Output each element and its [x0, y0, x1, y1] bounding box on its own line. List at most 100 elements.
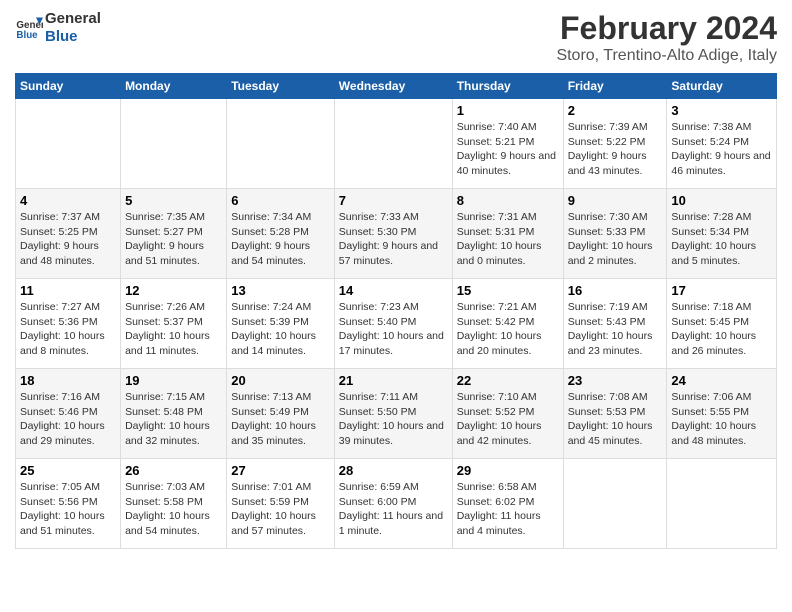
calendar-cell: 27 Sunrise: 7:01 AMSunset: 5:59 PMDayligh…: [227, 459, 335, 549]
page-subtitle: Storo, Trentino-Alto Adige, Italy: [556, 47, 777, 65]
weekday-header-row: SundayMondayTuesdayWednesdayThursdayFrid…: [16, 74, 777, 99]
day-number: 14: [339, 283, 448, 298]
day-number: 23: [568, 373, 663, 388]
day-info: Sunrise: 6:59 AMSunset: 6:00 PMDaylight:…: [339, 480, 448, 539]
logo-line2: Blue: [45, 28, 101, 46]
calendar-cell: 15Sunrise: 7:21 AMSunset: 5:42 PMDayligh…: [452, 279, 563, 369]
logo-line1: General: [45, 10, 101, 28]
day-info: Sunrise: 7:13 AMSunset: 5:49 PMDaylight:…: [231, 390, 330, 449]
day-number: 29: [457, 463, 559, 478]
day-info: Sunrise: 7:37 AMSunset: 5:25 PMDaylight:…: [20, 210, 116, 269]
day-number: 20: [231, 373, 330, 388]
calendar-table: SundayMondayTuesdayWednesdayThursdayFrid…: [15, 73, 777, 549]
weekday-header-sunday: Sunday: [16, 74, 121, 99]
day-number: 19: [125, 373, 222, 388]
day-info: Sunrise: 7:06 AMSunset: 5:55 PMDaylight:…: [671, 390, 772, 449]
calendar-cell: 7 Sunrise: 7:33 AMSunset: 5:30 PMDaylight…: [334, 189, 452, 279]
calendar-cell: 9Sunrise: 7:30 AMSunset: 5:33 PMDaylight…: [563, 189, 667, 279]
day-number: 16: [568, 283, 663, 298]
calendar-cell: [334, 99, 452, 189]
calendar-cell: 12 Sunrise: 7:26 AMSunset: 5:37 PMDayligh…: [121, 279, 227, 369]
day-number: 22: [457, 373, 559, 388]
day-number: 28: [339, 463, 448, 478]
day-number: 10: [671, 193, 772, 208]
day-info: Sunrise: 7:40 AMSunset: 5:21 PMDaylight:…: [457, 120, 559, 179]
calendar-cell: 13Sunrise: 7:24 AMSunset: 5:39 PMDayligh…: [227, 279, 335, 369]
day-info: Sunrise: 7:19 AMSunset: 5:43 PMDaylight:…: [568, 300, 663, 359]
calendar-cell: 23 Sunrise: 7:08 AMSunset: 5:53 PMDayligh…: [563, 369, 667, 459]
calendar-cell: 24Sunrise: 7:06 AMSunset: 5:55 PMDayligh…: [667, 369, 777, 459]
calendar-week-row: 25 Sunrise: 7:05 AMSunset: 5:56 PMDayligh…: [16, 459, 777, 549]
weekday-header-monday: Monday: [121, 74, 227, 99]
day-number: 17: [671, 283, 772, 298]
day-info: Sunrise: 7:01 AMSunset: 5:59 PMDaylight:…: [231, 480, 330, 539]
day-info: Sunrise: 7:03 AMSunset: 5:58 PMDaylight:…: [125, 480, 222, 539]
day-info: Sunrise: 7:38 AMSunset: 5:24 PMDaylight:…: [671, 120, 772, 179]
day-number: 6: [231, 193, 330, 208]
calendar-cell: 1Sunrise: 7:40 AMSunset: 5:21 PMDaylight…: [452, 99, 563, 189]
day-info: Sunrise: 7:39 AMSunset: 5:22 PMDaylight:…: [568, 120, 663, 179]
day-info: Sunrise: 7:16 AMSunset: 5:46 PMDaylight:…: [20, 390, 116, 449]
day-info: Sunrise: 7:31 AMSunset: 5:31 PMDaylight:…: [457, 210, 559, 269]
day-info: Sunrise: 7:33 AMSunset: 5:30 PMDaylight:…: [339, 210, 448, 269]
calendar-week-row: 4 Sunrise: 7:37 AMSunset: 5:25 PMDaylight…: [16, 189, 777, 279]
calendar-cell: [121, 99, 227, 189]
day-number: 8: [457, 193, 559, 208]
calendar-cell: 10 Sunrise: 7:28 AMSunset: 5:34 PMDayligh…: [667, 189, 777, 279]
calendar-cell: [667, 459, 777, 549]
weekday-header-friday: Friday: [563, 74, 667, 99]
day-number: 12: [125, 283, 222, 298]
day-info: Sunrise: 7:23 AMSunset: 5:40 PMDaylight:…: [339, 300, 448, 359]
day-info: Sunrise: 6:58 AMSunset: 6:02 PMDaylight:…: [457, 480, 559, 539]
calendar-cell: 16 Sunrise: 7:19 AMSunset: 5:43 PMDayligh…: [563, 279, 667, 369]
day-number: 11: [20, 283, 116, 298]
calendar-cell: 3 Sunrise: 7:38 AMSunset: 5:24 PMDaylight…: [667, 99, 777, 189]
calendar-cell: 25 Sunrise: 7:05 AMSunset: 5:56 PMDayligh…: [16, 459, 121, 549]
day-info: Sunrise: 7:05 AMSunset: 5:56 PMDaylight:…: [20, 480, 116, 539]
logo-icon: General Blue: [15, 14, 43, 42]
day-info: Sunrise: 7:10 AMSunset: 5:52 PMDaylight:…: [457, 390, 559, 449]
day-number: 3: [671, 103, 772, 118]
calendar-cell: [563, 459, 667, 549]
day-info: Sunrise: 7:34 AMSunset: 5:28 PMDaylight:…: [231, 210, 330, 269]
day-info: Sunrise: 7:26 AMSunset: 5:37 PMDaylight:…: [125, 300, 222, 359]
weekday-header-wednesday: Wednesday: [334, 74, 452, 99]
calendar-cell: 28 Sunrise: 6:59 AMSunset: 6:00 PMDayligh…: [334, 459, 452, 549]
day-number: 13: [231, 283, 330, 298]
day-number: 2: [568, 103, 663, 118]
logo: General Blue General Blue: [15, 10, 101, 46]
calendar-cell: 2 Sunrise: 7:39 AMSunset: 5:22 PMDaylight…: [563, 99, 667, 189]
day-info: Sunrise: 7:11 AMSunset: 5:50 PMDaylight:…: [339, 390, 448, 449]
calendar-cell: 21 Sunrise: 7:11 AMSunset: 5:50 PMDayligh…: [334, 369, 452, 459]
svg-text:Blue: Blue: [16, 30, 38, 41]
day-number: 7: [339, 193, 448, 208]
day-number: 18: [20, 373, 116, 388]
day-number: 4: [20, 193, 116, 208]
day-info: Sunrise: 7:28 AMSunset: 5:34 PMDaylight:…: [671, 210, 772, 269]
page-title: February 2024: [556, 10, 777, 47]
calendar-cell: [227, 99, 335, 189]
calendar-week-row: 1Sunrise: 7:40 AMSunset: 5:21 PMDaylight…: [16, 99, 777, 189]
calendar-week-row: 11Sunrise: 7:27 AMSunset: 5:36 PMDayligh…: [16, 279, 777, 369]
day-info: Sunrise: 7:21 AMSunset: 5:42 PMDaylight:…: [457, 300, 559, 359]
day-number: 5: [125, 193, 222, 208]
day-info: Sunrise: 7:18 AMSunset: 5:45 PMDaylight:…: [671, 300, 772, 359]
calendar-cell: 22 Sunrise: 7:10 AMSunset: 5:52 PMDayligh…: [452, 369, 563, 459]
day-info: Sunrise: 7:15 AMSunset: 5:48 PMDaylight:…: [125, 390, 222, 449]
day-number: 25: [20, 463, 116, 478]
calendar-cell: 14 Sunrise: 7:23 AMSunset: 5:40 PMDayligh…: [334, 279, 452, 369]
day-info: Sunrise: 7:35 AMSunset: 5:27 PMDaylight:…: [125, 210, 222, 269]
day-number: 9: [568, 193, 663, 208]
calendar-cell: 5 Sunrise: 7:35 AMSunset: 5:27 PMDaylight…: [121, 189, 227, 279]
header: General Blue General Blue February 2024 …: [15, 10, 777, 65]
calendar-cell: [16, 99, 121, 189]
day-info: Sunrise: 7:08 AMSunset: 5:53 PMDaylight:…: [568, 390, 663, 449]
weekday-header-thursday: Thursday: [452, 74, 563, 99]
weekday-header-tuesday: Tuesday: [227, 74, 335, 99]
calendar-cell: 17 Sunrise: 7:18 AMSunset: 5:45 PMDayligh…: [667, 279, 777, 369]
calendar-week-row: 18 Sunrise: 7:16 AMSunset: 5:46 PMDayligh…: [16, 369, 777, 459]
day-number: 27: [231, 463, 330, 478]
calendar-cell: 20 Sunrise: 7:13 AMSunset: 5:49 PMDayligh…: [227, 369, 335, 459]
calendar-cell: 11Sunrise: 7:27 AMSunset: 5:36 PMDayligh…: [16, 279, 121, 369]
day-number: 21: [339, 373, 448, 388]
